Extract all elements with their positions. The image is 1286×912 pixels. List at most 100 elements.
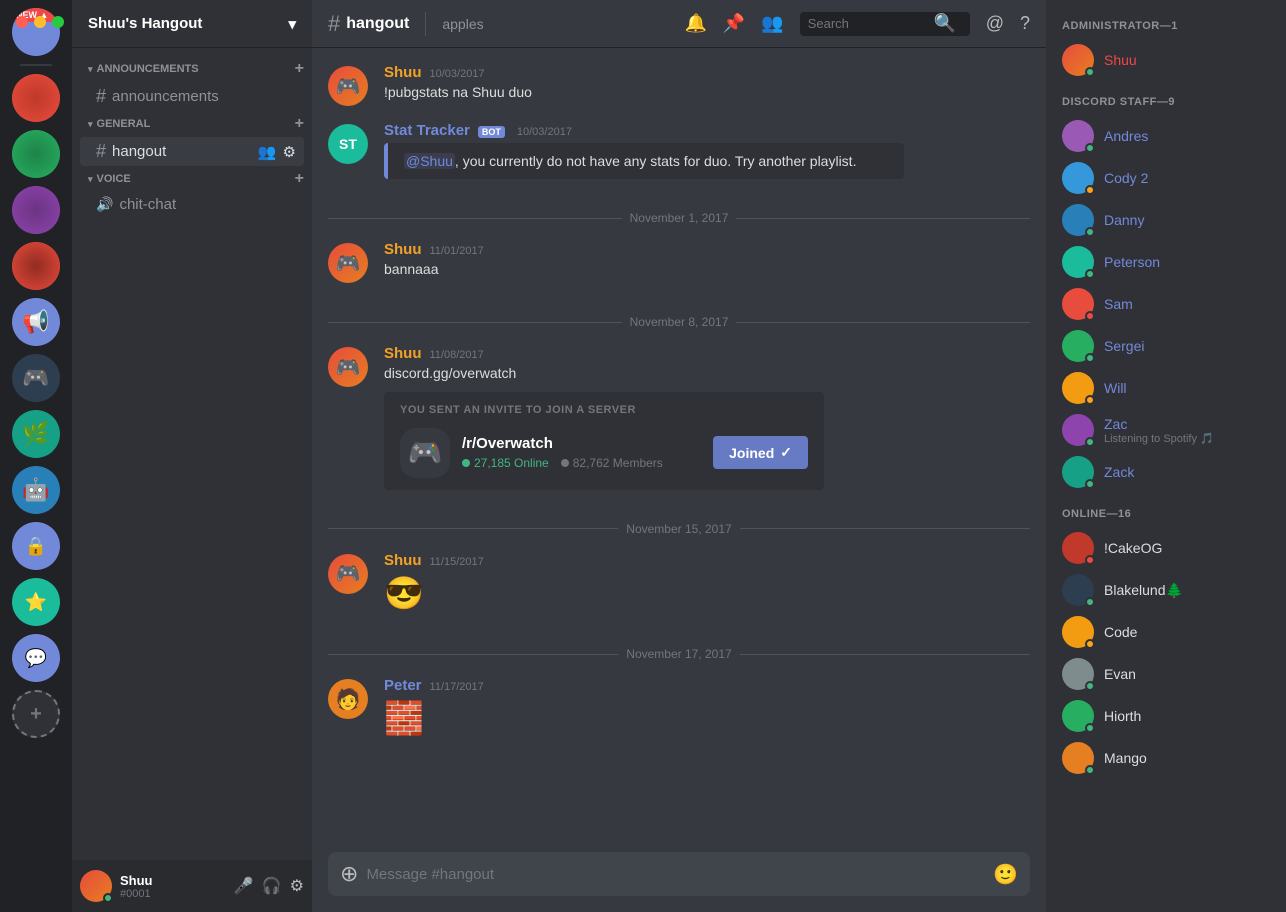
- member-status-dot: [1085, 143, 1095, 153]
- member-item[interactable]: Peterson: [1054, 242, 1278, 282]
- search-bar[interactable]: 🔍: [800, 12, 970, 36]
- category-voice[interactable]: ▾ VOICE +: [72, 166, 312, 192]
- minimize-button[interactable]: [34, 16, 46, 28]
- member-item[interactable]: Will: [1054, 368, 1278, 408]
- settings-icon[interactable]: ⚙: [290, 876, 304, 896]
- category-announcements[interactable]: ▾ ANNOUNCEMENTS +: [72, 56, 312, 82]
- message-text: discord.gg/overwatch: [384, 364, 1030, 384]
- channel-name: announcements: [112, 88, 296, 105]
- online-dot: [462, 459, 470, 467]
- message-author: Shuu: [384, 345, 422, 362]
- member-item[interactable]: Shuu: [1054, 40, 1278, 80]
- close-button[interactable]: [16, 16, 28, 28]
- message-header: Shuu 11/15/2017: [384, 552, 1030, 569]
- inbox-icon[interactable]: @: [986, 13, 1004, 34]
- add-member-icon[interactable]: 👥: [258, 143, 277, 161]
- bell-icon[interactable]: 🔔: [684, 13, 706, 34]
- member-avatar: [1062, 120, 1094, 152]
- members-count: 82,762 Members: [573, 456, 663, 470]
- category-add-voice-icon[interactable]: +: [295, 170, 304, 188]
- server-icon-10[interactable]: ⭐: [12, 578, 60, 626]
- invite-card: YOU SENT AN INVITE TO JOIN A SERVER 🎮 /r…: [384, 392, 824, 490]
- invite-server-name: /r/Overwatch: [462, 435, 701, 452]
- channel-item-hangout[interactable]: # hangout 👥 ⚙: [80, 137, 304, 166]
- server-header[interactable]: Shuu's Hangout ▾: [72, 0, 312, 48]
- channel-item-chit-chat[interactable]: 🔊 chit-chat: [80, 192, 304, 217]
- avatar: ST: [328, 124, 368, 164]
- member-item[interactable]: Zac Listening to Spotify 🎵: [1054, 410, 1278, 450]
- member-name: Code: [1104, 624, 1137, 640]
- member-item[interactable]: Sergei: [1054, 326, 1278, 366]
- message-content: Stat Tracker BOT 10/03/2017 @Shuu, you c…: [384, 122, 1030, 179]
- server-icon-8[interactable]: 🤖: [12, 466, 60, 514]
- channel-name: hangout: [112, 143, 252, 160]
- member-item[interactable]: Mango: [1054, 738, 1278, 778]
- member-name: Hiorth: [1104, 708, 1141, 724]
- member-item[interactable]: Hiorth: [1054, 696, 1278, 736]
- joined-button[interactable]: Joined ✓: [713, 436, 808, 469]
- server-icon-3[interactable]: [12, 186, 60, 234]
- message-group: 🎮 Shuu 11/01/2017 bannaaa: [328, 241, 1030, 283]
- members-category-online: ONLINE—16: [1054, 504, 1278, 524]
- members-stat: 82,762 Members: [561, 456, 663, 470]
- member-status-dot: [1085, 269, 1095, 279]
- server-icon-2[interactable]: [12, 130, 60, 178]
- microphone-icon[interactable]: 🎤: [234, 876, 254, 896]
- channel-hash-icon: #: [96, 86, 106, 107]
- server-icon-1[interactable]: [12, 74, 60, 122]
- member-item[interactable]: Evan: [1054, 654, 1278, 694]
- member-avatar: [1062, 456, 1094, 488]
- member-name: !CakeOG: [1104, 540, 1162, 556]
- server-icon-11[interactable]: 💬: [12, 634, 60, 682]
- member-status-dot: [1085, 639, 1095, 649]
- member-item[interactable]: Sam: [1054, 284, 1278, 324]
- search-input[interactable]: [808, 16, 928, 31]
- maximize-button[interactable]: [52, 16, 64, 28]
- member-avatar: [1062, 658, 1094, 690]
- channel-item-announcements[interactable]: # announcements: [80, 82, 304, 111]
- server-icon-4[interactable]: [12, 242, 60, 290]
- members-icon[interactable]: 👥: [761, 13, 783, 34]
- category-add-icon[interactable]: +: [295, 60, 304, 78]
- member-avatar: [1062, 204, 1094, 236]
- server-icon-12[interactable]: +: [12, 690, 60, 738]
- server-icon-7[interactable]: 🌿: [12, 410, 60, 458]
- invite-label: YOU SENT AN INVITE TO JOIN A SERVER: [400, 404, 808, 416]
- member-item[interactable]: Zack: [1054, 452, 1278, 492]
- checkmark-icon: ✓: [780, 444, 792, 461]
- member-avatar: [1062, 574, 1094, 606]
- message-group: 🎮 Shuu 10/03/2017 !pubgstats na Shuu duo: [328, 64, 1030, 106]
- headphones-icon[interactable]: 🎧: [262, 876, 282, 896]
- topbar-channel-name: hangout: [346, 15, 409, 33]
- server-icon-5[interactable]: 📢: [12, 298, 60, 346]
- message-group: ST Stat Tracker BOT 10/03/2017 @Shuu, yo…: [328, 122, 1030, 179]
- members-list: ADMINISTRATOR—1 Shuu DISCORD STAFF—9 And…: [1046, 0, 1286, 912]
- member-item[interactable]: Code: [1054, 612, 1278, 652]
- member-item[interactable]: !CakeOG: [1054, 528, 1278, 568]
- member-status-dot: [1085, 227, 1095, 237]
- message-content: Shuu 10/03/2017 !pubgstats na Shuu duo: [384, 64, 1030, 106]
- member-status-dot: [1085, 597, 1095, 607]
- member-item[interactable]: Danny: [1054, 200, 1278, 240]
- member-item[interactable]: Cody 2: [1054, 158, 1278, 198]
- category-add-icon[interactable]: +: [295, 115, 304, 133]
- member-item[interactable]: Blakelund🌲: [1054, 570, 1278, 610]
- member-item[interactable]: Andres: [1054, 116, 1278, 156]
- online-count: 27,185 Online: [474, 456, 549, 470]
- help-icon[interactable]: ?: [1020, 13, 1030, 34]
- category-label: VOICE: [97, 173, 131, 185]
- member-avatar: [1062, 162, 1094, 194]
- members-category-staff: DISCORD STAFF—9: [1054, 92, 1278, 112]
- avatar: 🎮: [328, 66, 368, 106]
- emoji-icon[interactable]: 🙂: [993, 862, 1018, 887]
- pin-icon[interactable]: 📌: [723, 13, 745, 34]
- message-input[interactable]: [366, 866, 985, 883]
- attach-icon[interactable]: ⊕: [340, 861, 358, 887]
- settings-icon[interactable]: ⚙: [283, 143, 296, 161]
- member-avatar: [1062, 616, 1094, 648]
- member-info: Zac Listening to Spotify 🎵: [1104, 416, 1214, 445]
- message-timestamp: 11/08/2017: [430, 349, 484, 361]
- server-icon-6[interactable]: 🎮: [12, 354, 60, 402]
- server-icon-9[interactable]: 🔒: [12, 522, 60, 570]
- category-general[interactable]: ▾ GENERAL +: [72, 111, 312, 137]
